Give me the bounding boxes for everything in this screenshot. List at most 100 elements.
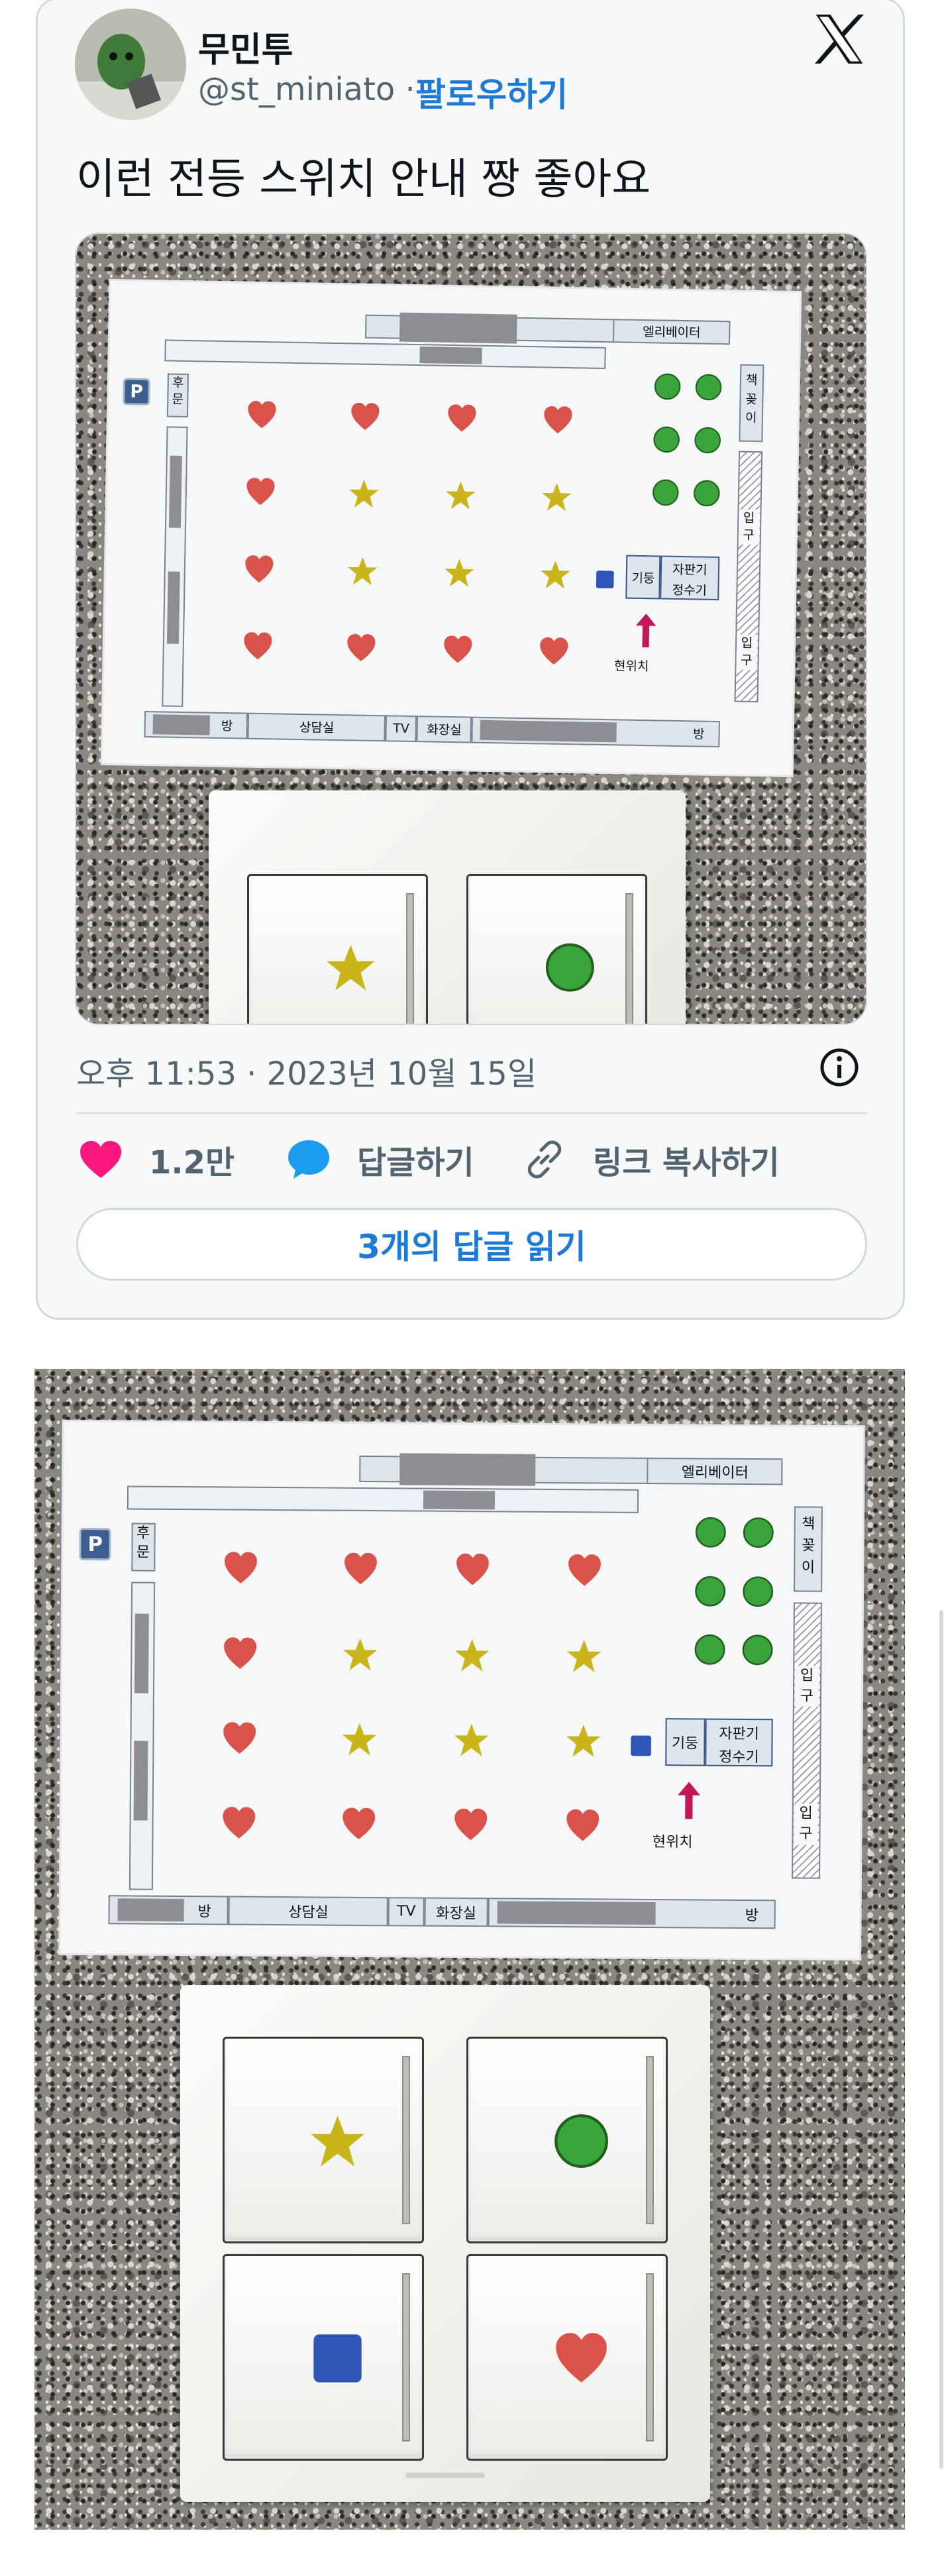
pillar-label: 기둥 (664, 1718, 706, 1766)
avatar-image (75, 9, 186, 120)
heart-icon (80, 1141, 121, 1178)
current-location-label: 현위치 (613, 659, 649, 674)
star-seat-mark (346, 555, 378, 590)
redacted-label (423, 1490, 496, 1510)
heart-seat-mark (564, 1808, 601, 1847)
reply-bubble-icon (288, 1140, 329, 1179)
pillar-label: 기둥 (625, 555, 661, 600)
tweet-card: 무민투 @st_miniato · 팔로우하기 이런 전등 스위치 안내 짱 좋… (36, 0, 905, 1320)
author-name[interactable]: 무민투 (198, 22, 293, 72)
star-seat-mark (453, 1722, 490, 1761)
copy-link-label: 링크 복사하기 (593, 1144, 780, 1181)
full-switch-photo[interactable]: 엘리베이터 P 후 문책 꽂 이입 구입 구 기둥 자판기 정수기 현위치 방 상담실 TV 화장… (34, 1369, 905, 2530)
floor-plan-card: 엘리베이터 P 후 문책 꽂 이입 구입 구 기둥 자판기 정수기 현위치 방 상담실 TV 화장… (60, 1421, 863, 1959)
redacted-label (497, 1901, 656, 1925)
room-label: TV (385, 715, 417, 743)
circle-sticker-icon (545, 942, 596, 996)
heart-seat-mark (243, 553, 275, 588)
star-seat-mark (443, 557, 475, 591)
light-switch-circle (466, 2037, 668, 2243)
current-location-arrow (635, 613, 657, 650)
circle-seat-mark (651, 478, 679, 509)
heart-seat-mark (341, 1806, 377, 1845)
heart-seat-mark (566, 1553, 603, 1592)
blue-marker (629, 1734, 653, 1760)
redacted-label (419, 347, 482, 365)
elevator-label: 엘리베이터 (613, 318, 731, 345)
divider (76, 1112, 867, 1114)
redacted-label (399, 312, 517, 344)
tweet-photo[interactable]: 엘리베이터 P 후 문책 꽂 이입 구입 구 기둥 자판기 정수기 현위치 방 상담실 TV 화장… (75, 233, 867, 1025)
current-location-label: 현위치 (652, 1833, 693, 1851)
circle-seat-mark (694, 373, 722, 403)
circle-seat-mark (743, 1517, 775, 1552)
room-label: 상담실 (228, 1896, 389, 1927)
redacted-label (399, 1453, 536, 1486)
floor-plan-card: 엘리베이터 P 후 문책 꽂 이입 구입 구 기둥 자판기 정수기 현위치 방 상담실 TV 화장… (102, 280, 800, 776)
avatar[interactable] (75, 9, 186, 120)
like-count: 1.2만 (149, 1144, 235, 1181)
room-name: TV (393, 721, 409, 736)
author-handle[interactable]: @st_miniato · (198, 71, 415, 108)
entrance-label: 입 구 (794, 1803, 818, 1845)
circle-seat-mark (742, 1575, 774, 1610)
elevator-label: 엘리베이터 (647, 1458, 783, 1485)
copy-link-button[interactable]: 링크 복사하기 (523, 1136, 780, 1183)
room-name: 상담실 (288, 1904, 329, 1921)
corridor-2 (164, 339, 606, 370)
star-sticker-icon (325, 942, 376, 996)
entrance-label: 입 구 (738, 509, 760, 545)
star-seat-mark (540, 559, 572, 593)
heart-seat-mark (221, 1721, 258, 1760)
x-logo-icon[interactable] (812, 11, 867, 67)
heart-seat-mark (452, 1807, 489, 1846)
scrollbar[interactable] (939, 1610, 943, 2469)
tweet-text: 이런 전등 스위치 안내 짱 좋아요 (76, 155, 651, 204)
corridor-2 (127, 1485, 639, 1514)
room-label: TV (388, 1897, 425, 1927)
room-label: 방 (144, 710, 248, 739)
redacted-label (480, 720, 617, 743)
square-sticker-icon (309, 2330, 366, 2389)
redacted-label (166, 571, 181, 644)
info-icon[interactable] (818, 1046, 861, 1089)
room-label: 방 (108, 1895, 229, 1925)
heart-seat-mark (221, 1805, 258, 1845)
heart-seat-mark (242, 631, 274, 665)
heart-seat-mark (454, 1552, 491, 1591)
light-switch-circle (466, 874, 648, 1024)
reply-button[interactable]: 답글하기 (287, 1136, 474, 1183)
entrance-label: 입 구 (794, 1666, 819, 1707)
switch-indicator (646, 2273, 654, 2442)
heart-sticker-icon (553, 2330, 609, 2389)
redacted-label (134, 1613, 150, 1693)
heart-seat-mark (538, 635, 570, 670)
read-replies-button[interactable]: 3개의 답글 읽기 (76, 1208, 867, 1281)
heart-seat-mark (342, 1551, 379, 1590)
follow-button[interactable]: 팔로우하기 (415, 68, 568, 116)
switch-plate (180, 1985, 710, 2502)
circle-seat-mark (653, 372, 681, 403)
star-seat-mark (348, 478, 380, 512)
blue-marker (595, 569, 616, 593)
reply-label: 답글하기 (357, 1144, 474, 1181)
tweet-timestamp[interactable]: 오후 11:53 · 2023년 10월 15일 (76, 1047, 537, 1094)
handle-separator: · (405, 71, 415, 108)
room-name: 화장실 (436, 1905, 477, 1922)
room-label: 방 (488, 1898, 776, 1929)
handle-text: @st_miniato (198, 71, 395, 108)
circle-seat-mark (694, 426, 721, 456)
entrance-label: 입 구 (736, 634, 758, 671)
star-seat-mark (541, 482, 573, 516)
room-label: 방 (471, 716, 720, 748)
light-switch-star (246, 874, 429, 1024)
heart-seat-mark (446, 403, 478, 437)
redacted-label (117, 1898, 184, 1921)
switch-indicator (402, 2273, 410, 2442)
like-button[interactable]: 1.2만 (79, 1136, 235, 1183)
switch-indicator (402, 2056, 410, 2224)
heart-seat-mark (222, 1635, 258, 1674)
star-sticker-icon (309, 2113, 366, 2172)
heart-seat-mark (349, 401, 381, 435)
redacted-label (168, 455, 183, 529)
